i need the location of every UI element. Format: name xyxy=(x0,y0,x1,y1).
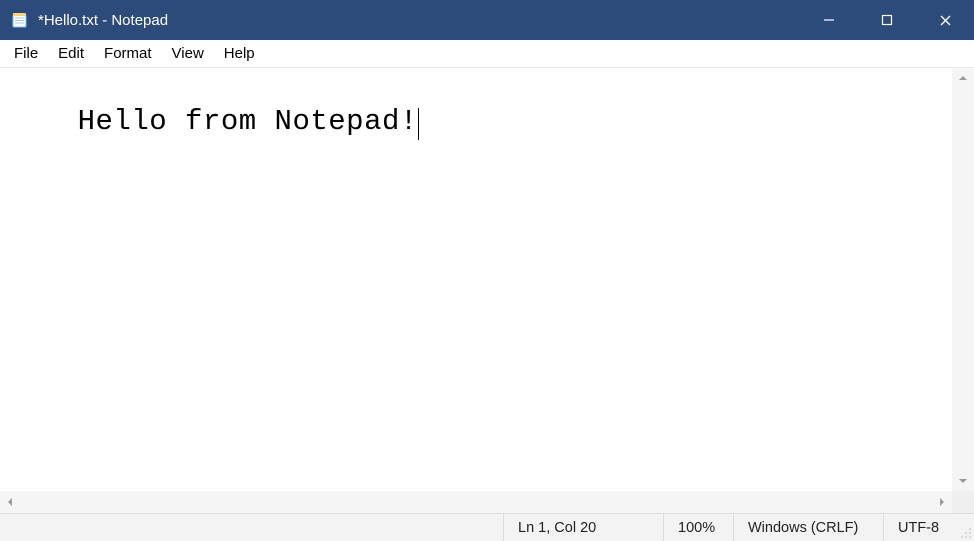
horizontal-scrollbar[interactable] xyxy=(0,491,974,513)
menu-help[interactable]: Help xyxy=(214,43,265,64)
scroll-up-icon[interactable] xyxy=(952,68,974,88)
close-button[interactable] xyxy=(916,0,974,40)
window-controls xyxy=(800,0,974,40)
editor-area: Hello from Notepad! xyxy=(0,68,974,491)
status-zoom: 100% xyxy=(664,514,734,541)
text-editor[interactable]: Hello from Notepad! xyxy=(0,68,952,491)
menu-file[interactable]: File xyxy=(4,43,48,64)
vertical-scrollbar[interactable] xyxy=(952,68,974,491)
resize-grip-icon[interactable] xyxy=(958,525,972,539)
titlebar[interactable]: *Hello.txt - Notepad xyxy=(0,0,974,40)
scroll-right-icon[interactable] xyxy=(932,491,952,513)
maximize-button[interactable] xyxy=(858,0,916,40)
statusbar: Ln 1, Col 20 100% Windows (CRLF) UTF-8 xyxy=(0,513,974,541)
status-position: Ln 1, Col 20 xyxy=(504,514,664,541)
menubar: File Edit Format View Help xyxy=(0,40,974,67)
menu-view[interactable]: View xyxy=(162,43,214,64)
window-title: *Hello.txt - Notepad xyxy=(38,12,168,29)
menu-format[interactable]: Format xyxy=(94,43,162,64)
editor-content: Hello from Notepad! xyxy=(78,105,418,138)
notepad-icon xyxy=(10,10,30,30)
status-line-ending: Windows (CRLF) xyxy=(734,514,884,541)
menu-edit[interactable]: Edit xyxy=(48,43,94,64)
scroll-down-icon[interactable] xyxy=(952,471,974,491)
scrollbar-corner xyxy=(952,491,974,513)
minimize-button[interactable] xyxy=(800,0,858,40)
text-caret xyxy=(418,108,419,140)
scroll-left-icon[interactable] xyxy=(0,491,20,513)
status-spacer xyxy=(0,514,504,541)
